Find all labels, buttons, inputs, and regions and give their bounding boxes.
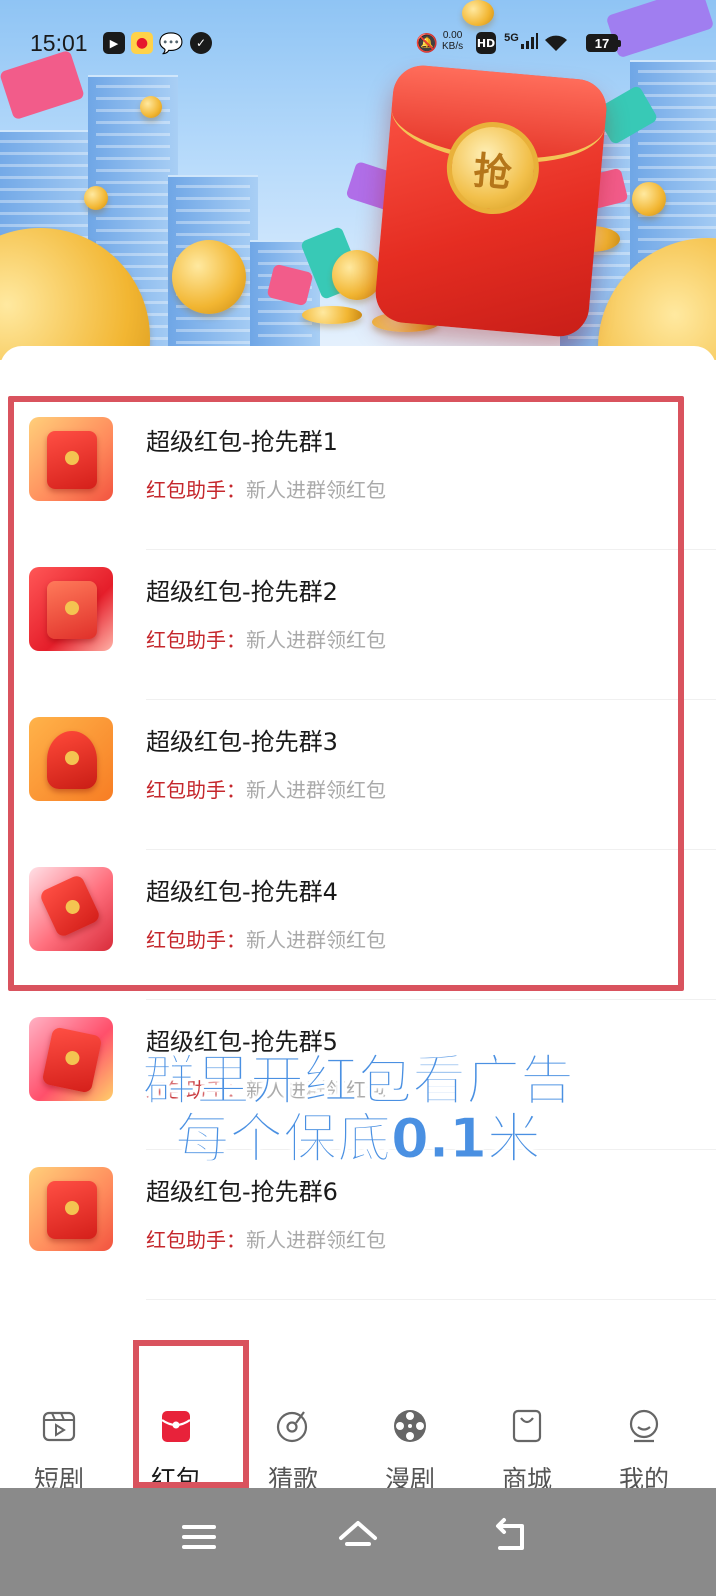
group-last-message: 红包助手：新人进群领红包: [146, 924, 386, 953]
signal-icon: 5G: [504, 32, 538, 54]
group-last-message: 红包助手：新人进群领红包: [146, 474, 386, 503]
signal-bars-icon: [520, 33, 538, 49]
message-text: 新人进群领红包: [246, 928, 386, 952]
group-avatar: [29, 417, 113, 501]
group-title: 超级红包-抢先群6: [146, 1178, 338, 1206]
nav-tab-guess-song[interactable]: 猜歌: [234, 1366, 352, 1494]
status-time: 15:01: [30, 30, 88, 56]
music-disc-icon: [276, 1411, 308, 1443]
system-navigation-bar: [0, 1488, 716, 1596]
red-envelope-icon: [47, 431, 97, 489]
shopping-bag-icon: [512, 1409, 542, 1443]
network-speed-value: 0.00: [442, 30, 463, 41]
red-envelope-icon: [47, 581, 97, 639]
group-list-item[interactable]: 超级红包-抢先群1 红包助手：新人进群领红包: [0, 400, 716, 550]
group-title: 超级红包-抢先群1: [146, 428, 338, 456]
video-app-notification-icon: ▶: [103, 32, 125, 54]
gold-coin-illustration: [632, 182, 666, 216]
nav-tab-mine[interactable]: 我的: [585, 1366, 703, 1494]
divider: [146, 1299, 716, 1300]
nav-tab-red-packet[interactable]: 红包: [117, 1366, 235, 1494]
signal-label: 5G: [504, 32, 519, 44]
battery-icon: 17: [586, 34, 621, 52]
red-envelope-icon: [38, 873, 102, 939]
group-avatar: [29, 867, 113, 951]
hd-icon: HD: [476, 32, 496, 54]
status-bar: 15:01 ▶ ● 💬 ✓ 🔕 0.00 KB/s HD 5G 17: [0, 22, 716, 62]
short-drama-icon: [42, 1411, 76, 1442]
message-text: 新人进群领红包: [246, 778, 386, 802]
red-packet-icon: [161, 1411, 191, 1442]
gold-coin-illustration: [84, 186, 108, 210]
nav-tab-short-drama[interactable]: 短剧: [0, 1366, 118, 1494]
group-list-item[interactable]: 超级红包-抢先群6 红包助手：新人进群领红包: [0, 1150, 716, 1300]
group-last-message: 红包助手：新人进群领红包: [146, 1224, 386, 1253]
group-avatar: [29, 567, 113, 651]
message-text: 新人进群领红包: [246, 1228, 386, 1252]
film-reel-icon: [394, 1410, 426, 1442]
nav-tab-comic-drama[interactable]: 漫剧: [351, 1366, 469, 1494]
profile-icon: [629, 1409, 659, 1443]
group-list-item[interactable]: 超级红包-抢先群4 红包助手：新人进群领红包: [0, 850, 716, 1000]
group-last-message: 红包助手：新人进群领红包: [146, 774, 386, 803]
network-speed-unit: KB/s: [442, 41, 464, 52]
group-list-item[interactable]: 超级红包-抢先群2 红包助手：新人进群领红包: [0, 550, 716, 700]
menu-icon[interactable]: [174, 1512, 224, 1562]
group-list-item[interactable]: 超级红包-抢先群3 红包助手：新人进群领红包: [0, 700, 716, 850]
gold-coin-illustration: [172, 240, 246, 314]
gold-coin-illustration: [332, 250, 382, 300]
gold-coin-illustration: [140, 96, 162, 118]
message-sender: 红包助手：: [146, 1228, 246, 1252]
group-avatar: [29, 1167, 113, 1251]
network-speed: 0.00 KB/s: [442, 30, 463, 52]
weibo-notification-icon: ●: [131, 32, 153, 54]
group-title: 超级红包-抢先群4: [146, 878, 338, 906]
mute-icon: 🔕: [415, 32, 439, 54]
back-icon[interactable]: [486, 1512, 536, 1562]
red-envelope-icon: [47, 1181, 97, 1239]
group-title: 超级红包-抢先群3: [146, 728, 338, 756]
gold-coin-illustration: [302, 306, 362, 324]
overlay-caption-line1: 群里开红包看广告: [142, 1049, 575, 1112]
group-avatar: [29, 717, 113, 801]
message-sender: 红包助手：: [146, 928, 246, 952]
message-text: 新人进群领红包: [246, 478, 386, 502]
nav-tab-mall[interactable]: 商城: [468, 1366, 586, 1494]
wifi-icon: [542, 32, 570, 54]
home-icon[interactable]: [333, 1512, 383, 1562]
group-title: 超级红包-抢先群2: [146, 578, 338, 606]
overlay-caption-line2: 每个保底0.1米: [175, 1107, 542, 1170]
message-text: 新人进群领红包: [246, 628, 386, 652]
red-envelope-illustration: 抢: [373, 63, 609, 339]
group-last-message: 红包助手：新人进群领红包: [146, 624, 386, 653]
message-sender: 红包助手：: [146, 778, 246, 802]
message-sender: 红包助手：: [146, 478, 246, 502]
red-envelope-icon: [47, 731, 97, 789]
bottom-nav: 短剧 红包 猜歌 漫剧 商城 我的: [0, 1366, 716, 1494]
verified-notification-icon: ✓: [190, 32, 212, 54]
message-notification-icon: 💬: [158, 31, 184, 55]
message-sender: 红包助手：: [146, 628, 246, 652]
